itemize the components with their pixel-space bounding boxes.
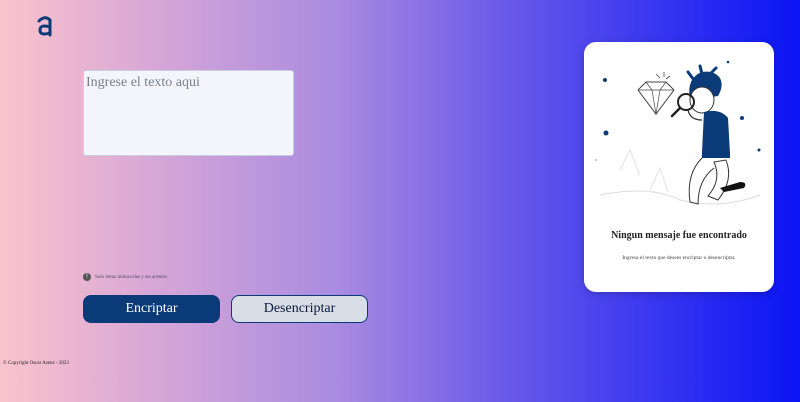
encrypt-button[interactable]: Encriptar [83, 295, 220, 323]
output-title: Ningun mensaje fue encontrado [611, 230, 747, 241]
copyright: © Copyright Oscar Asenz - 2023 [3, 361, 69, 366]
decrypt-button[interactable]: Desencriptar [231, 295, 368, 323]
output-panel: Ningun mensaje fue encontrado Ingresa el… [584, 42, 774, 292]
output-subtitle: Ingresa el texto que desees encriptar o … [622, 255, 736, 261]
logo-icon [37, 16, 52, 37]
searching-person-illustration [594, 60, 761, 205]
hint-text: Solo letras minusculas y sin acentos [95, 274, 168, 280]
info-icon: ! [83, 273, 91, 281]
hint: ! Solo letras minusculas y sin acentos [83, 273, 167, 281]
text-input[interactable] [83, 70, 294, 156]
